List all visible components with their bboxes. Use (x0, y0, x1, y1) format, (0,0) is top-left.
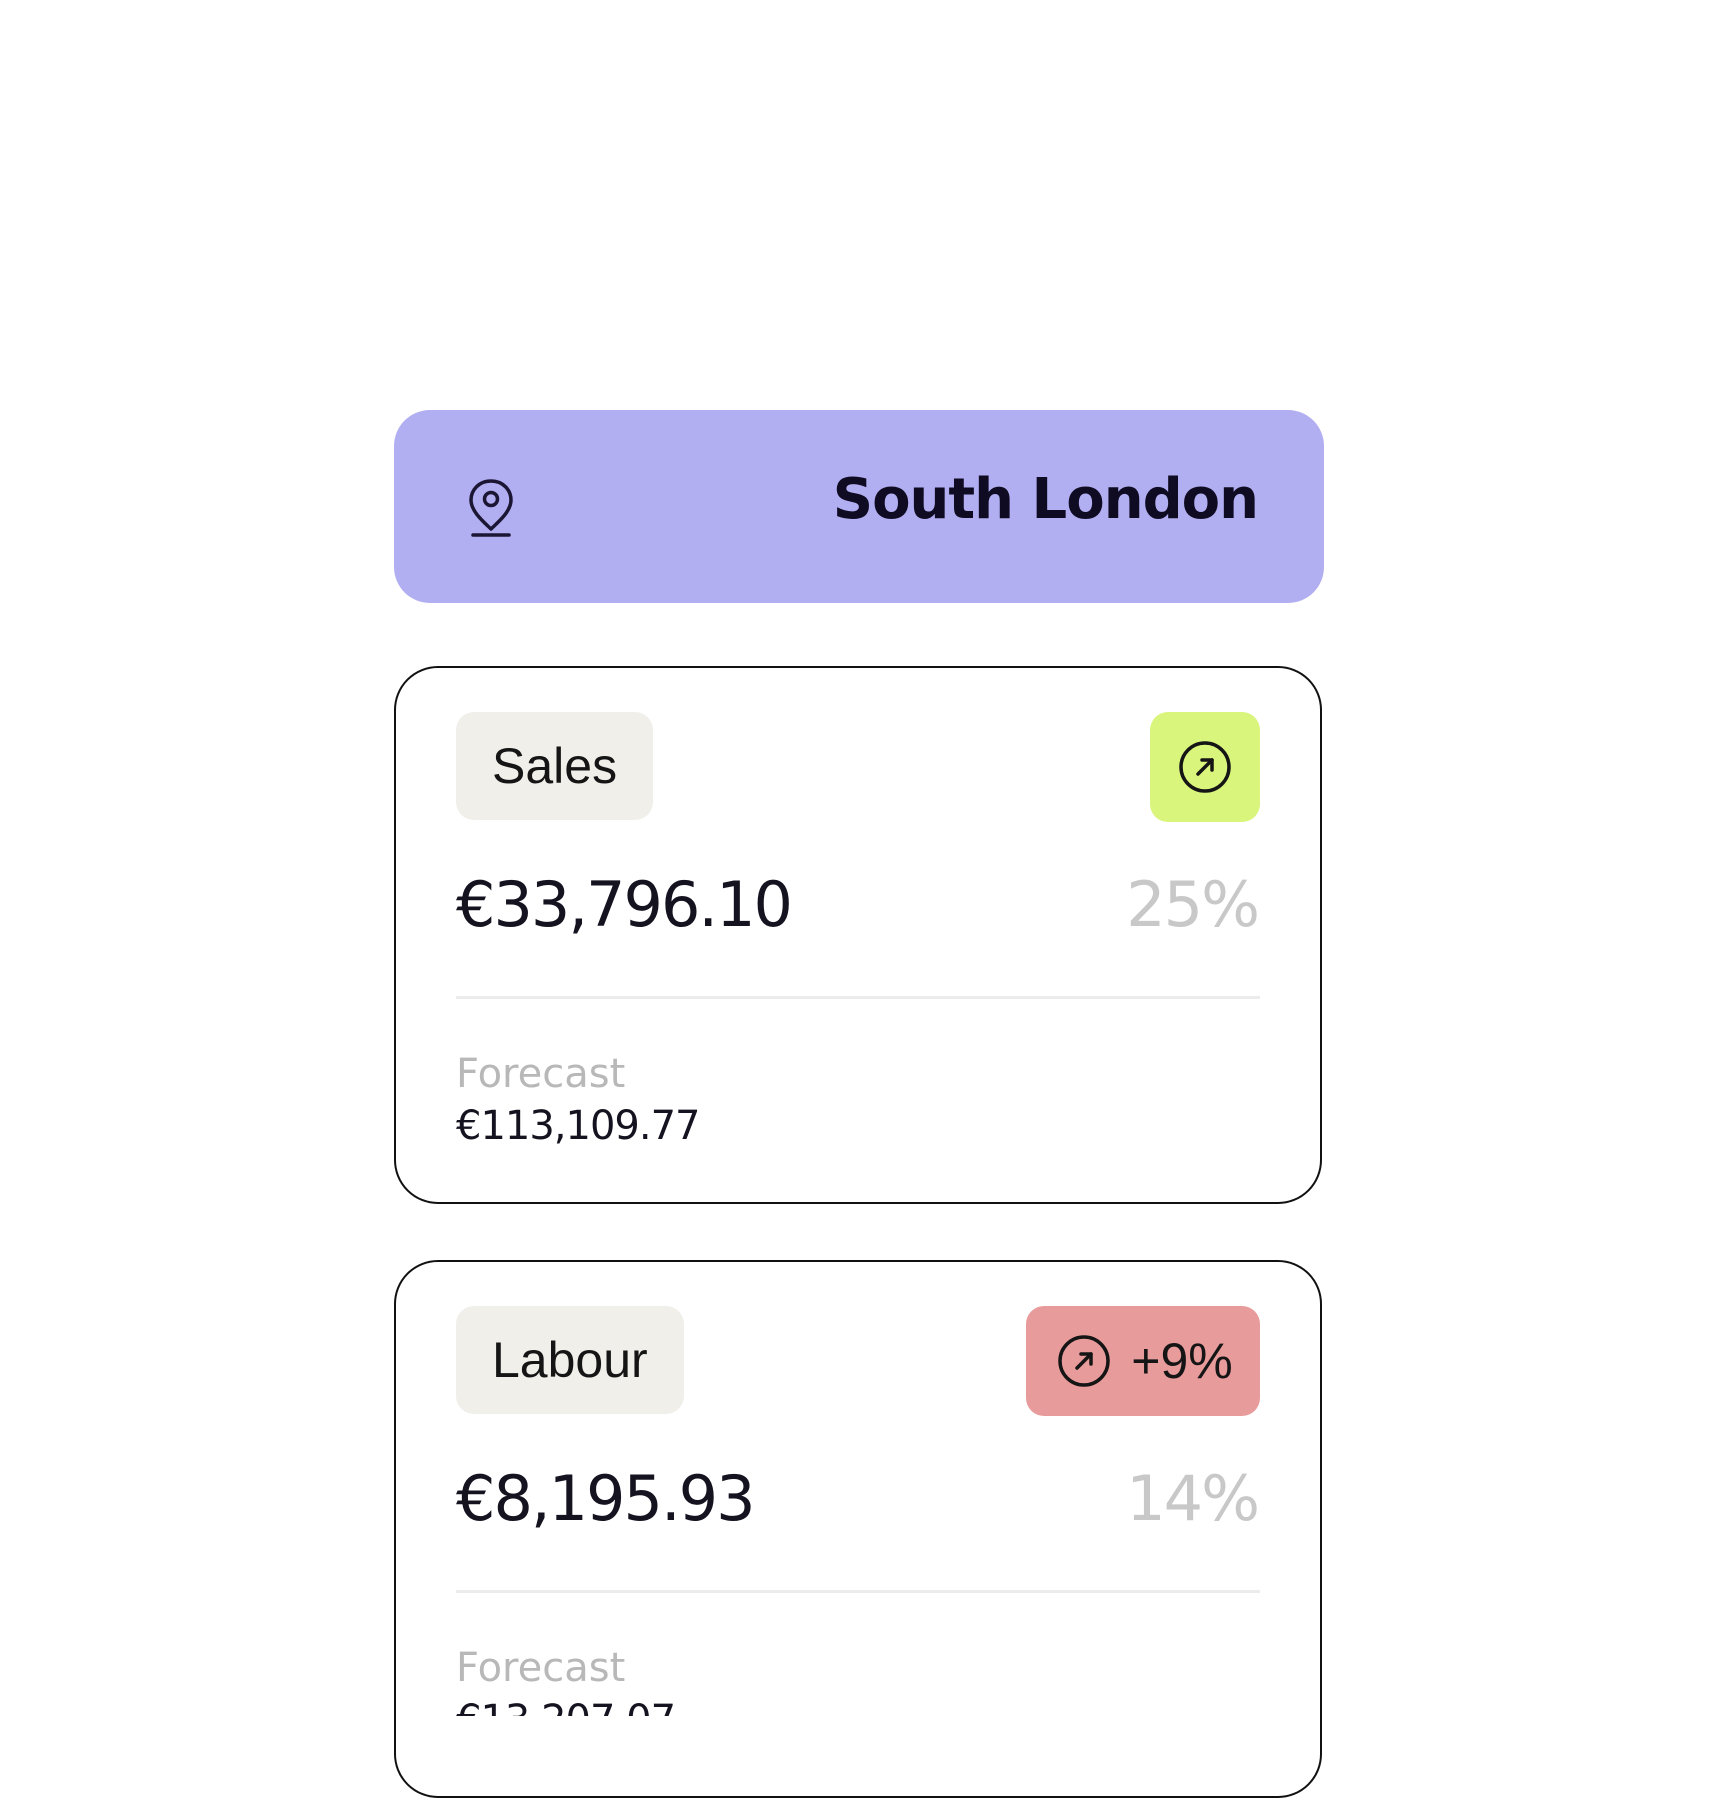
card-amount: €8,195.93 (456, 1462, 756, 1535)
trend-badge[interactable]: +9% (1026, 1306, 1260, 1416)
forecast-value: €113,109.77 (456, 1103, 700, 1149)
card-label-chip: Labour (456, 1306, 684, 1414)
location-title: South London (832, 467, 1259, 532)
divider (456, 996, 1260, 999)
divider (456, 1590, 1260, 1593)
location-pin-icon (469, 479, 513, 537)
forecast-label: Forecast (456, 1051, 626, 1097)
trend-badge[interactable] (1150, 712, 1260, 822)
card-amount: €33,796.10 (456, 868, 793, 941)
arrow-up-right-circle-icon (1179, 741, 1231, 793)
sales-card[interactable]: Sales €33,796.10 25% Forecast €113,109.7… (394, 666, 1322, 1204)
trend-delta: +9% (1131, 1333, 1233, 1389)
arrow-up-right-circle-icon (1058, 1335, 1111, 1387)
card-share-percent: 25% (1126, 868, 1260, 941)
forecast-label: Forecast (456, 1645, 626, 1691)
card-label-chip: Sales (456, 712, 654, 820)
labour-card[interactable]: Labour +9% €8,195.93 14% Forecast €13,20… (394, 1260, 1322, 1798)
location-banner[interactable]: South London (394, 410, 1324, 603)
card-share-percent: 14% (1126, 1462, 1260, 1535)
forecast-value: €13,207.07 (456, 1697, 676, 1743)
